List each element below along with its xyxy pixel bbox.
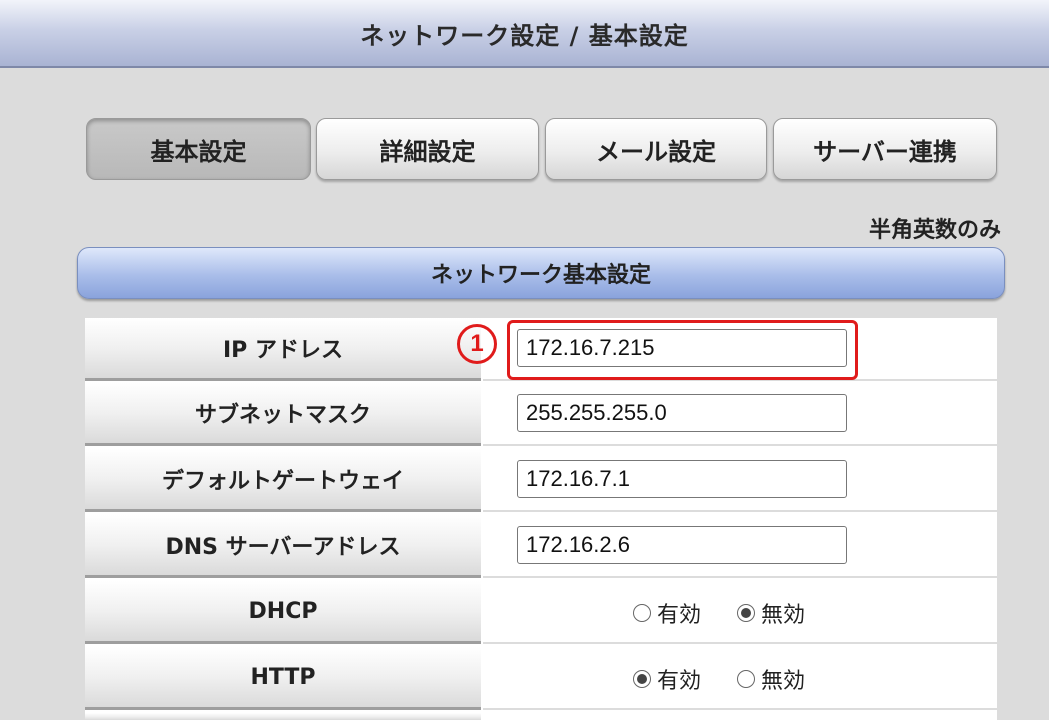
- tab-mail-settings[interactable]: メール設定: [545, 118, 767, 180]
- settings-table: IP アドレス 1 サブネットマスク デフォルトゲートウェイ DNS サーバーア…: [85, 318, 997, 720]
- http-enable-option[interactable]: 有効: [633, 663, 701, 695]
- http-enable-radio[interactable]: [633, 670, 651, 688]
- ip-address-label: IP アドレス: [85, 318, 481, 381]
- dhcp-radio-group: 有効 無効: [633, 595, 805, 631]
- http-label: HTTP: [85, 647, 481, 710]
- window-title: ネットワーク設定 / 基本設定: [0, 0, 1049, 68]
- dns-server-label: DNS サーバーアドレス: [85, 515, 481, 578]
- http-disable-label: 無効: [761, 669, 806, 694]
- row-next-partial: [85, 713, 997, 720]
- subnet-mask-cell: [483, 383, 997, 446]
- section-header-network-basic: ネットワーク基本設定: [77, 247, 1005, 299]
- tab-detail-settings[interactable]: 詳細設定: [316, 118, 539, 180]
- row-dns-server: DNS サーバーアドレス: [85, 515, 997, 578]
- http-disable-option[interactable]: 無効: [737, 663, 805, 695]
- ip-address-cell: [483, 318, 997, 381]
- http-disable-radio[interactable]: [737, 670, 756, 688]
- dhcp-disable-option[interactable]: 無効: [737, 597, 805, 629]
- default-gateway-label: デフォルトゲートウェイ: [85, 449, 481, 512]
- row-http: HTTP 有効 無効: [85, 647, 997, 710]
- input-note: 半角英数のみ: [868, 218, 1001, 243]
- dhcp-enable-radio[interactable]: [633, 604, 651, 622]
- subnet-mask-label: サブネットマスク: [85, 383, 481, 446]
- dhcp-disable-radio[interactable]: [737, 604, 756, 622]
- dhcp-label: DHCP: [85, 581, 481, 644]
- dns-server-input[interactable]: [517, 526, 847, 564]
- row-subnet-mask: サブネットマスク: [85, 383, 997, 446]
- row-default-gateway: デフォルトゲートウェイ: [85, 449, 997, 512]
- row-ip-address: IP アドレス 1: [85, 318, 997, 381]
- subnet-mask-input[interactable]: [517, 394, 847, 432]
- dhcp-enable-option[interactable]: 有効: [633, 597, 701, 629]
- http-cell: 有効 無効: [483, 647, 997, 710]
- default-gateway-input[interactable]: [517, 460, 847, 498]
- dhcp-disable-label: 無効: [761, 603, 806, 628]
- dns-server-cell: [483, 515, 997, 578]
- dhcp-cell: 有効 無効: [483, 581, 997, 644]
- next-row-label: [85, 713, 481, 720]
- tab-basic-settings[interactable]: 基本設定: [86, 118, 311, 180]
- default-gateway-cell: [483, 449, 997, 512]
- ip-address-input[interactable]: [517, 329, 847, 367]
- http-enable-label: 有効: [657, 669, 702, 694]
- dhcp-enable-label: 有効: [657, 603, 702, 628]
- http-radio-group: 有効 無効: [633, 661, 805, 697]
- tab-server-link[interactable]: サーバー連携: [773, 118, 997, 180]
- annotation-marker-1: 1: [457, 324, 497, 364]
- row-dhcp: DHCP 有効 無効: [85, 581, 997, 644]
